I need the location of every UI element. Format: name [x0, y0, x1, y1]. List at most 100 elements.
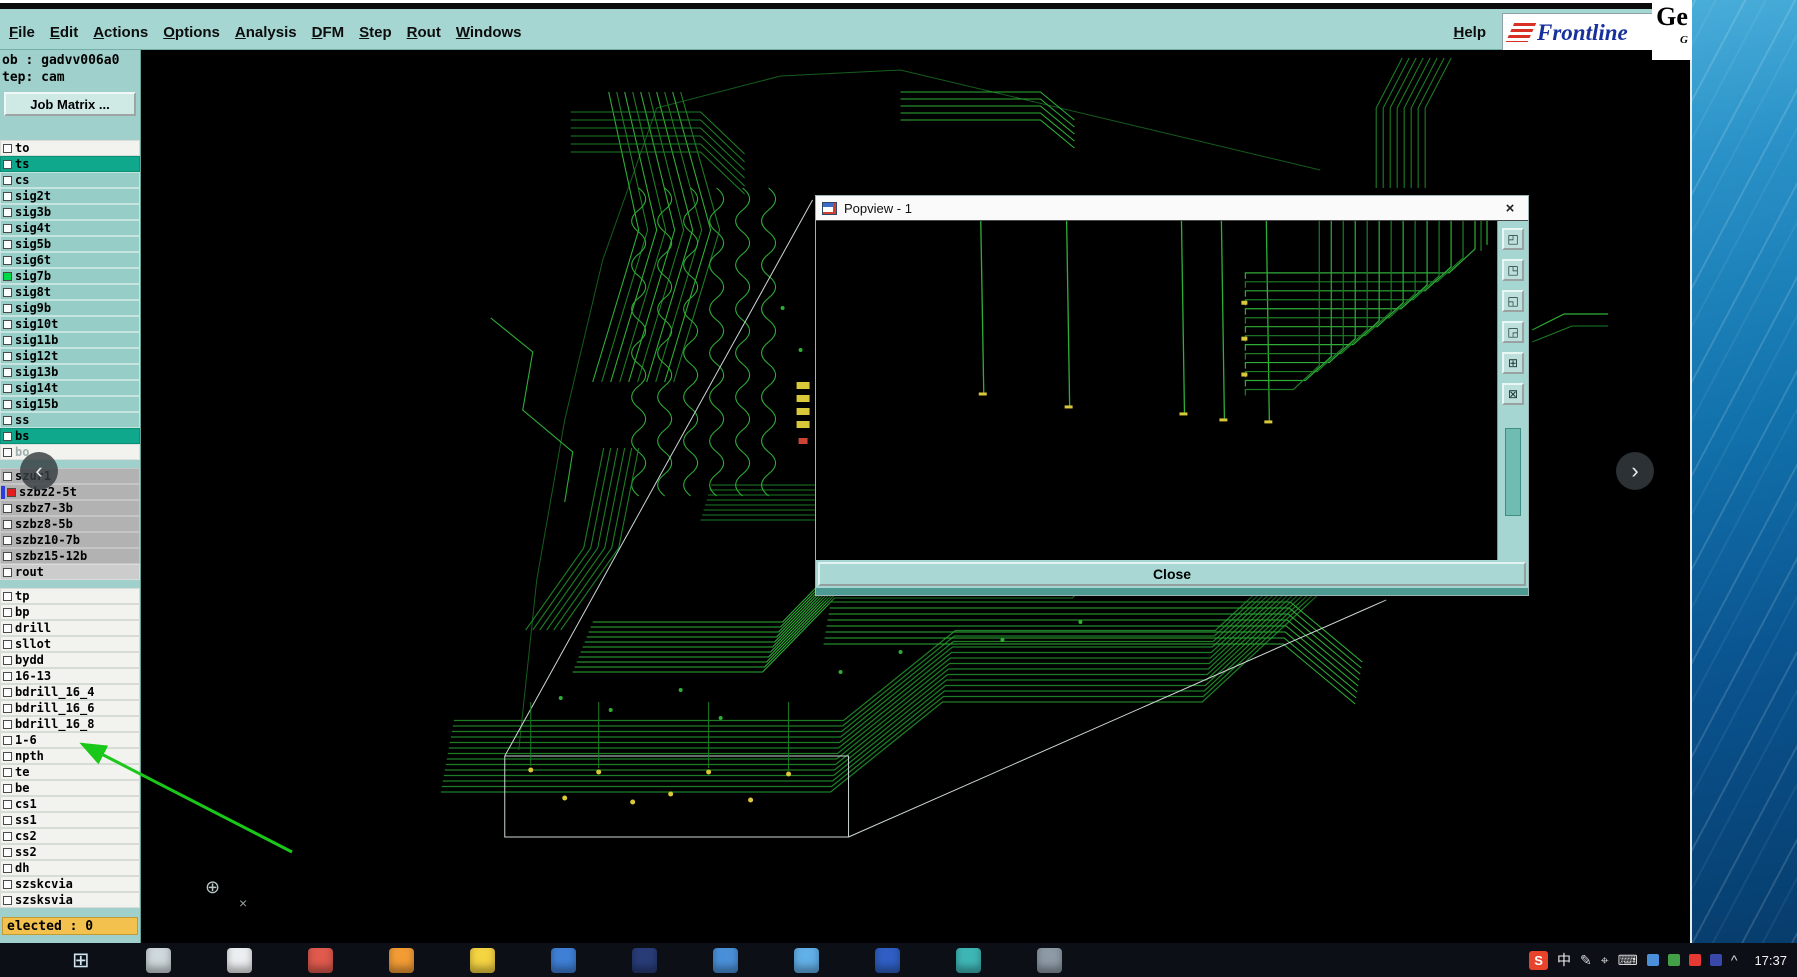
- layer-row-cs[interactable]: cs: [0, 172, 140, 188]
- layer-row-bs[interactable]: bs: [0, 428, 140, 444]
- layer-row-szbz10-7b[interactable]: szbz10-7b: [0, 532, 140, 548]
- layer-checkbox[interactable]: [3, 767, 12, 777]
- layer-checkbox[interactable]: [3, 551, 12, 561]
- taskbar-app-icon[interactable]: [712, 947, 738, 973]
- layer-checkbox[interactable]: [3, 519, 12, 529]
- popview-tool-icon[interactable]: ◰: [1502, 228, 1524, 250]
- layer-row-rout[interactable]: rout: [0, 564, 140, 580]
- popview-close-button[interactable]: Close: [818, 562, 1526, 586]
- layer-row-bydd[interactable]: bydd: [0, 652, 140, 668]
- popview-tool-icon[interactable]: ⊞: [1502, 352, 1524, 374]
- layer-checkbox[interactable]: [3, 535, 12, 545]
- layer-row-dh[interactable]: dh: [0, 860, 140, 876]
- layer-checkbox[interactable]: [3, 719, 12, 729]
- layer-checkbox[interactable]: [3, 159, 12, 169]
- layer-checkbox[interactable]: [3, 895, 12, 905]
- layer-row-szbz7-3b[interactable]: szbz7-3b: [0, 500, 140, 516]
- popview-content[interactable]: [816, 221, 1498, 560]
- popview-tool-icon[interactable]: ◳: [1502, 259, 1524, 281]
- layer-checkbox[interactable]: [3, 607, 12, 617]
- keyboard-icon[interactable]: ⌨: [1618, 953, 1638, 967]
- layer-row-sllot[interactable]: sllot: [0, 636, 140, 652]
- layer-row-bdrill_16_8[interactable]: bdrill_16_8: [0, 716, 140, 732]
- layer-checkbox[interactable]: [3, 351, 12, 361]
- layer-checkbox[interactable]: [3, 815, 12, 825]
- menu-step[interactable]: Step: [359, 24, 392, 41]
- layer-checkbox[interactable]: [3, 415, 12, 425]
- taskbar-app-icon[interactable]: [388, 947, 414, 973]
- layer-checkbox[interactable]: [3, 863, 12, 873]
- layer-checkbox[interactable]: [3, 143, 12, 153]
- layer-checkbox[interactable]: [3, 703, 12, 713]
- menu-actions[interactable]: Actions: [93, 24, 148, 41]
- job-matrix-button[interactable]: Job Matrix ...: [4, 92, 136, 116]
- layer-row-sig15b[interactable]: sig15b: [0, 396, 140, 412]
- layer-checkbox[interactable]: [3, 431, 12, 441]
- prev-arrow-button[interactable]: ‹: [20, 452, 58, 490]
- popview-close-x-icon[interactable]: ×: [1498, 200, 1522, 217]
- taskbar-app-icon[interactable]: [226, 947, 252, 973]
- layer-row-te[interactable]: te: [0, 764, 140, 780]
- popview-scrollbar[interactable]: [1505, 428, 1521, 516]
- layer-row-npth[interactable]: npth: [0, 748, 140, 764]
- layer-checkbox[interactable]: [3, 879, 12, 889]
- layer-row-sig5b[interactable]: sig5b: [0, 236, 140, 252]
- layer-row-szskcvia[interactable]: szskcvia: [0, 876, 140, 892]
- layer-row-sig6t[interactable]: sig6t: [0, 252, 140, 268]
- layer-checkbox[interactable]: [3, 671, 12, 681]
- layer-checkbox[interactable]: [3, 175, 12, 185]
- layer-checkbox[interactable]: [3, 503, 12, 513]
- layer-row-ss[interactable]: ss: [0, 412, 140, 428]
- layer-row-sig8t[interactable]: sig8t: [0, 284, 140, 300]
- menu-dfm[interactable]: DFM: [312, 24, 345, 41]
- menu-help[interactable]: Help: [1453, 24, 1486, 41]
- sogou-input-icon[interactable]: S: [1529, 950, 1549, 970]
- cad-canvas[interactable]: ⊕ × Popview - 1 × ◰ ◳ ◱ ◲ ⊞ ⊠ Close: [141, 50, 1690, 943]
- menu-options[interactable]: Options: [163, 24, 220, 41]
- layer-row-1-6[interactable]: 1-6: [0, 732, 140, 748]
- menu-file[interactable]: File: [9, 24, 35, 41]
- layer-row-sig13b[interactable]: sig13b: [0, 364, 140, 380]
- layer-row-szsksvia[interactable]: szsksvia: [0, 892, 140, 908]
- layer-checkbox[interactable]: [3, 383, 12, 393]
- layer-checkbox[interactable]: [3, 223, 12, 233]
- layer-row-bdrill_16_6[interactable]: bdrill_16_6: [0, 700, 140, 716]
- layer-checkbox[interactable]: [3, 471, 12, 481]
- layer-checkbox[interactable]: [3, 255, 12, 265]
- taskbar-app-icon[interactable]: [1036, 947, 1062, 973]
- layer-checkbox[interactable]: [3, 591, 12, 601]
- layer-row-cs1[interactable]: cs1: [0, 796, 140, 812]
- start-button[interactable]: ⊞: [72, 950, 90, 971]
- layer-checkbox[interactable]: [3, 303, 12, 313]
- layer-row-to[interactable]: to: [0, 140, 140, 156]
- menu-analysis[interactable]: Analysis: [235, 24, 297, 41]
- layer-checkbox[interactable]: [3, 367, 12, 377]
- layer-checkbox[interactable]: [3, 567, 12, 577]
- taskbar-app-icon[interactable]: [469, 947, 495, 973]
- layer-row-bo[interactable]: bo: [0, 444, 140, 460]
- taskbar-app-icon[interactable]: [955, 947, 981, 973]
- menu-windows[interactable]: Windows: [456, 24, 522, 41]
- taskbar-app-icon[interactable]: [145, 947, 171, 973]
- hidden-icons-chevron[interactable]: ^: [1731, 953, 1738, 967]
- layer-checkbox[interactable]: [3, 783, 12, 793]
- layer-checkbox[interactable]: [3, 207, 12, 217]
- layer-checkbox[interactable]: [3, 655, 12, 665]
- tray-tile-icon[interactable]: [1646, 954, 1659, 966]
- tray-tile-icon[interactable]: [1688, 954, 1701, 966]
- taskbar-app-icon[interactable]: [631, 947, 657, 973]
- popview-titlebar[interactable]: Popview - 1 ×: [816, 196, 1528, 221]
- taskbar-app-icon[interactable]: [307, 947, 333, 973]
- menu-edit[interactable]: Edit: [50, 24, 78, 41]
- layer-row-ss1[interactable]: ss1: [0, 812, 140, 828]
- taskbar-app-icon[interactable]: [793, 947, 819, 973]
- popview-tool-icon[interactable]: ⊠: [1502, 383, 1524, 405]
- layer-checkbox[interactable]: [3, 191, 12, 201]
- mic-icon[interactable]: ⌖: [1601, 953, 1609, 967]
- layer-checkbox[interactable]: [3, 847, 12, 857]
- layer-checkbox[interactable]: [3, 639, 12, 649]
- layer-row-sig12t[interactable]: sig12t: [0, 348, 140, 364]
- layer-row-drill[interactable]: drill: [0, 620, 140, 636]
- layer-checkbox[interactable]: [3, 687, 12, 697]
- layer-checkbox[interactable]: [3, 239, 12, 249]
